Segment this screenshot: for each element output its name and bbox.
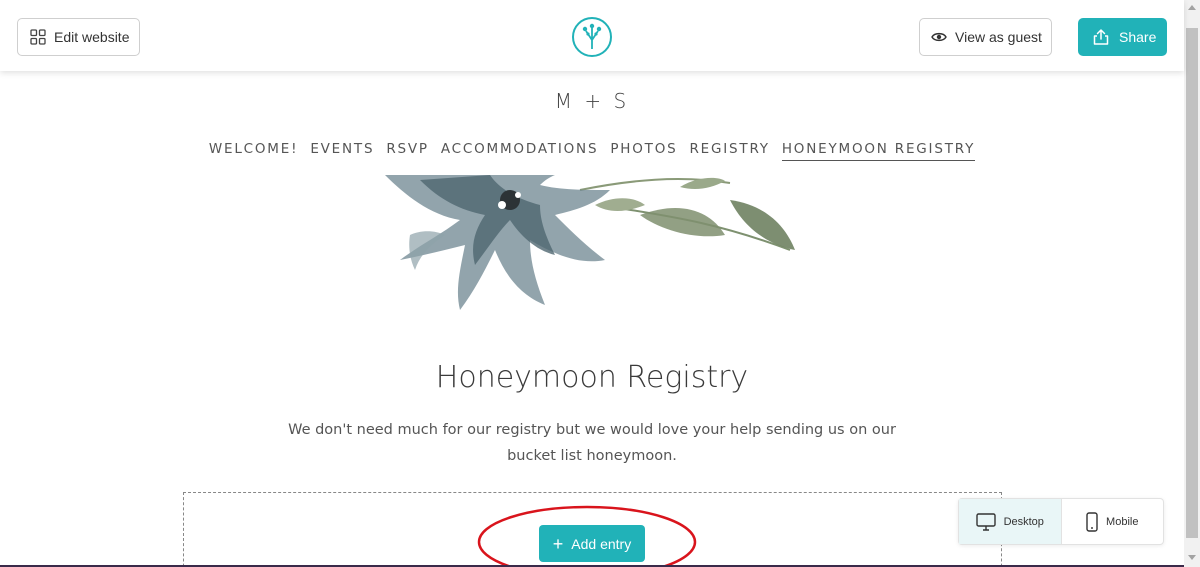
vertical-scrollbar[interactable] — [1184, 0, 1200, 567]
site-nav: WELCOME! EVENTS RSVP ACCOMMODATIONS PHOT… — [0, 141, 1184, 161]
desktop-label: Desktop — [1003, 515, 1044, 528]
nav-item-registry[interactable]: REGISTRY — [690, 141, 770, 161]
edit-website-button[interactable]: Edit website — [17, 18, 140, 56]
desktop-toggle[interactable]: Desktop — [959, 499, 1061, 544]
grid-icon — [30, 29, 46, 45]
page-description: We don't need much for our registry but … — [288, 422, 896, 464]
site-monogram: M + S — [554, 89, 630, 113]
edit-website-label: Edit website — [54, 29, 130, 45]
watercolor-flower-image — [385, 175, 795, 310]
scroll-up-arrow-icon[interactable] — [1188, 5, 1196, 10]
nav-item-accommodations[interactable]: ACCOMMODATIONS — [441, 141, 598, 161]
eye-icon — [931, 32, 947, 42]
device-preview-toggle: Desktop Mobile — [958, 498, 1164, 545]
highlight-circle-annotation — [477, 505, 697, 567]
page-heading: Honeymoon Registry — [435, 360, 749, 395]
desktop-icon — [975, 512, 996, 531]
mobile-toggle[interactable]: Mobile — [1062, 499, 1164, 544]
mobile-icon — [1086, 511, 1098, 532]
mobile-label: Mobile — [1106, 515, 1139, 528]
nav-item-events[interactable]: EVENTS — [310, 141, 374, 161]
nav-item-rsvp[interactable]: RSVP — [386, 141, 429, 161]
nav-item-welcome[interactable]: WELCOME! — [209, 141, 298, 161]
share-button[interactable]: Share — [1078, 18, 1167, 56]
nav-item-honeymoon-registry[interactable]: HONEYMOON REGISTRY — [781, 141, 976, 161]
view-as-guest-button[interactable]: View as guest — [919, 18, 1052, 56]
nav-item-photos[interactable]: PHOTOS — [610, 141, 677, 161]
view-as-guest-label: View as guest — [955, 29, 1042, 45]
share-label: Share — [1119, 29, 1157, 45]
scroll-down-arrow-icon[interactable] — [1188, 555, 1196, 560]
scrollbar-thumb[interactable] — [1186, 28, 1198, 538]
share-icon — [1093, 29, 1109, 45]
editor-toolbar: Edit website View as guest Share — [0, 0, 1184, 71]
logo-icon[interactable] — [571, 16, 613, 58]
